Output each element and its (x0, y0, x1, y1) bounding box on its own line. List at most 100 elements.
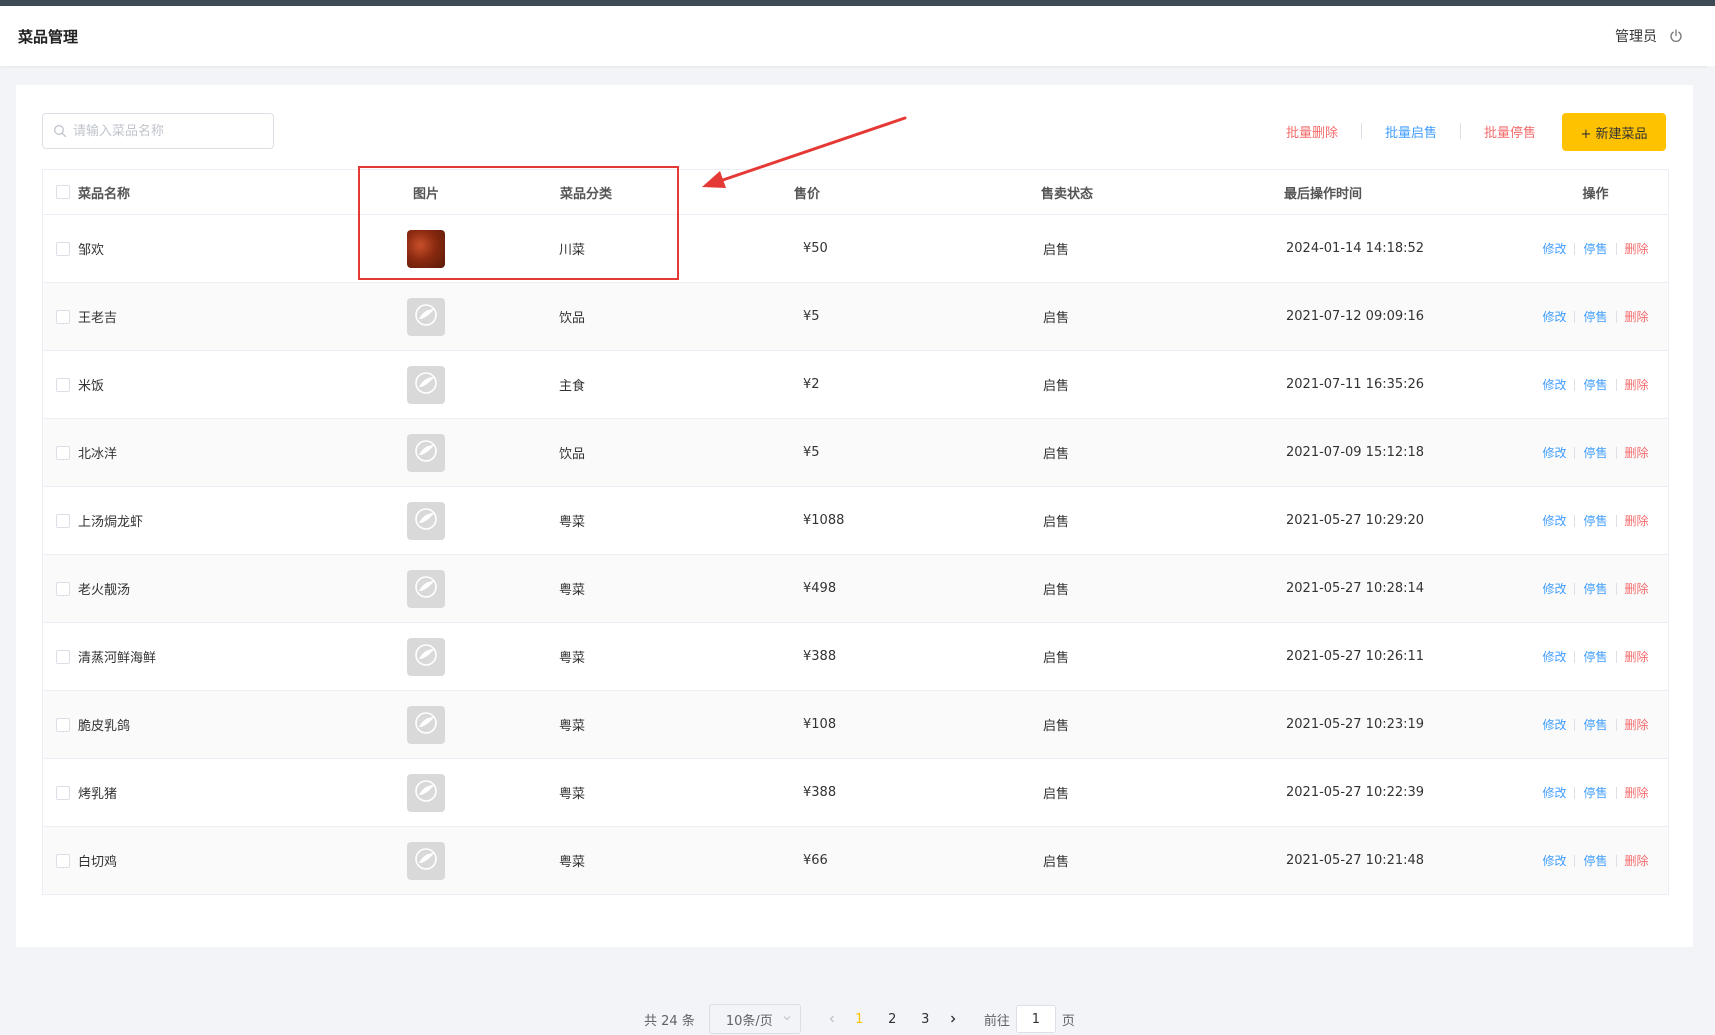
delete-button[interactable]: 删除 (1625, 784, 1649, 801)
stop-sale-button[interactable]: 停售 (1583, 376, 1607, 393)
row-actions: 修改 停售 删除 (1542, 716, 1648, 733)
dish-name: 脆皮乳鸽 (78, 719, 131, 734)
delete-button[interactable]: 删除 (1625, 376, 1649, 393)
page-size-value: 10条/页 (725, 1013, 773, 1029)
toolbar-actions: 批量删除 批量启售 批量停售 (1286, 113, 1536, 149)
delete-button[interactable]: 删除 (1625, 308, 1649, 325)
row-actions: 修改 停售 删除 (1542, 784, 1648, 801)
dish-image-placeholder (407, 841, 445, 880)
dish-price: ¥498 (803, 581, 837, 596)
power-icon[interactable] (1667, 27, 1685, 45)
table-row: 北冰洋 饮品 ¥5 启售 2021-07-09 15:12:18 修改 停售 删除 (43, 419, 1668, 487)
row-checkbox[interactable] (56, 445, 70, 460)
edit-button[interactable]: 修改 (1542, 716, 1566, 733)
dish-price: ¥2 (803, 377, 820, 392)
dish-category: 主食 (559, 379, 586, 394)
stop-sale-button[interactable]: 停售 (1583, 444, 1607, 461)
edit-button[interactable]: 修改 (1542, 580, 1566, 597)
dish-status: 启售 (1043, 583, 1070, 598)
dish-name: 王老吉 (78, 311, 118, 326)
edit-button[interactable]: 修改 (1542, 648, 1566, 665)
edit-button[interactable]: 修改 (1542, 444, 1566, 461)
delete-button[interactable]: 删除 (1625, 852, 1649, 869)
search-box[interactable] (42, 113, 274, 149)
dish-name: 老火靓汤 (78, 583, 131, 598)
header-image: 图片 (412, 186, 439, 202)
row-actions: 修改 停售 删除 (1542, 512, 1648, 529)
search-input[interactable] (73, 123, 263, 139)
dish-category: 饮品 (559, 311, 586, 326)
stop-sale-button[interactable]: 停售 (1583, 716, 1607, 733)
leaf-placeholder-icon (414, 371, 438, 399)
dish-category: 粤菜 (559, 515, 586, 530)
row-checkbox[interactable] (56, 581, 70, 596)
dish-image-placeholder (407, 705, 445, 744)
row-checkbox[interactable] (56, 377, 70, 392)
row-checkbox[interactable] (56, 853, 70, 868)
delete-button[interactable]: 删除 (1625, 716, 1649, 733)
page-title: 菜品管理 (18, 28, 79, 46)
header-price: 售价 (794, 186, 821, 202)
stop-sale-button[interactable]: 停售 (1583, 852, 1607, 869)
search-icon (53, 124, 67, 138)
select-all-checkbox[interactable] (56, 185, 70, 199)
edit-button[interactable]: 修改 (1542, 240, 1566, 257)
row-checkbox[interactable] (56, 717, 70, 732)
row-checkbox[interactable] (56, 785, 70, 800)
leaf-placeholder-icon (414, 847, 438, 875)
delete-button[interactable]: 删除 (1625, 648, 1649, 665)
edit-button[interactable]: 修改 (1542, 852, 1566, 869)
add-dish-button[interactable]: + 新建菜品 (1562, 113, 1666, 151)
table-row: 米饭 主食 ¥2 启售 2021-07-11 16:35:26 修改 停售 删除 (43, 351, 1668, 419)
delete-button[interactable]: 删除 (1625, 512, 1649, 529)
edit-button[interactable]: 修改 (1542, 376, 1566, 393)
stop-sale-button[interactable]: 停售 (1583, 580, 1607, 597)
dish-status: 启售 (1043, 379, 1070, 394)
batch-disable-button[interactable]: 批量停售 (1484, 122, 1536, 141)
dish-name: 烤乳猪 (78, 787, 118, 802)
dish-image-placeholder (407, 365, 445, 404)
row-checkbox[interactable] (56, 513, 70, 528)
stop-sale-button[interactable]: 停售 (1583, 512, 1607, 529)
row-checkbox[interactable] (56, 309, 70, 324)
table-header-row: 菜品名称 图片 菜品分类 售价 售卖状态 最后操作时间 操作 (43, 170, 1668, 215)
stop-sale-button[interactable]: 停售 (1583, 784, 1607, 801)
delete-button[interactable]: 删除 (1625, 444, 1649, 461)
dish-image-placeholder (407, 501, 445, 540)
delete-button[interactable]: 删除 (1625, 240, 1649, 257)
row-checkbox[interactable] (56, 649, 70, 664)
leaf-placeholder-icon (414, 779, 438, 807)
next-page-icon[interactable] (942, 1014, 964, 1024)
content-card: 批量删除 批量启售 批量停售 + 新建菜品 菜品名称 图片 菜品分类 售价 售卖… (16, 85, 1693, 1034)
page-number-2[interactable]: 2 (876, 1012, 909, 1027)
dish-status: 启售 (1043, 719, 1070, 734)
page-size-select[interactable]: 10条/页 (708, 1004, 801, 1034)
stop-sale-button[interactable]: 停售 (1583, 240, 1607, 257)
page-number-3[interactable]: 3 (909, 1012, 942, 1027)
stop-sale-button[interactable]: 停售 (1583, 648, 1607, 665)
header-status: 售卖状态 (1041, 186, 1094, 202)
edit-button[interactable]: 修改 (1542, 308, 1566, 325)
dish-price: ¥108 (803, 717, 837, 732)
stop-sale-button[interactable]: 停售 (1583, 308, 1607, 325)
dish-category: 粤菜 (559, 651, 586, 666)
prev-page-icon[interactable] (821, 1014, 843, 1024)
dish-image-placeholder (407, 637, 445, 676)
dish-image-placeholder (407, 773, 445, 812)
user-name[interactable]: 管理员 (1615, 26, 1657, 46)
table-row: 老火靓汤 粤菜 ¥498 启售 2021-05-27 10:28:14 修改 停售 删除 (43, 555, 1668, 623)
table-row: 邹欢 川菜 ¥50 启售 2024-01-14 14:18:52 修改 停售 删除 (43, 215, 1668, 283)
dish-image-placeholder (407, 297, 445, 336)
dish-name: 清蒸河鲜海鲜 (78, 651, 157, 666)
batch-enable-button[interactable]: 批量启售 (1385, 122, 1437, 141)
delete-button[interactable]: 删除 (1625, 580, 1649, 597)
page-number-1[interactable]: 1 (843, 1012, 876, 1027)
scrollbar[interactable] (1707, 66, 1715, 947)
edit-button[interactable]: 修改 (1542, 784, 1566, 801)
table-row: 上汤焗龙虾 粤菜 ¥1088 启售 2021-05-27 10:29:20 修改 停售 删除 (43, 487, 1668, 555)
batch-delete-button[interactable]: 批量删除 (1286, 122, 1338, 141)
dish-category: 川菜 (559, 243, 586, 258)
goto-page-input[interactable] (1015, 1005, 1056, 1033)
edit-button[interactable]: 修改 (1542, 512, 1566, 529)
row-checkbox[interactable] (56, 241, 70, 256)
